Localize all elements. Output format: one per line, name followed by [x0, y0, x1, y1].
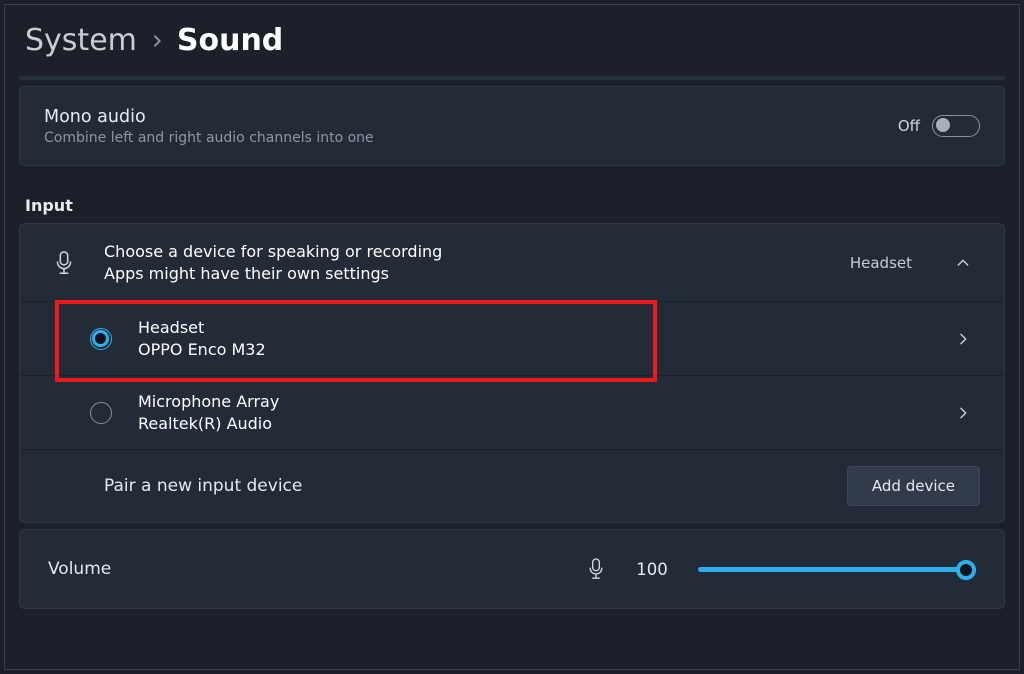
input-device-radio[interactable] — [90, 402, 112, 424]
mono-audio-subtitle: Combine left and right audio channels in… — [44, 130, 898, 146]
input-device-headset[interactable]: Headset OPPO Enco M32 — [20, 302, 1004, 376]
input-device-subtitle: Realtek(R) Audio — [138, 414, 926, 433]
input-device-mic-array[interactable]: Microphone Array Realtek(R) Audio — [20, 376, 1004, 450]
divider — [19, 76, 1005, 80]
pair-input-device-label: Pair a new input device — [44, 476, 847, 496]
chevron-up-icon — [946, 255, 980, 271]
input-chooser-title: Choose a device for speaking or recordin… — [104, 242, 830, 261]
mono-audio-state-label: Off — [898, 117, 920, 135]
input-device-list: Headset OPPO Enco M32 Microphone Array R… — [20, 302, 1004, 450]
add-device-button[interactable]: Add device — [847, 466, 980, 506]
chevron-right-icon — [149, 33, 165, 49]
pair-input-device-row: Pair a new input device Add device — [20, 450, 1004, 522]
microphone-icon — [44, 250, 84, 276]
input-device-subtitle: OPPO Enco M32 — [138, 340, 926, 359]
input-device-radio-selected[interactable] — [90, 328, 112, 350]
volume-value: 100 — [624, 560, 680, 579]
input-selected-device-label: Headset — [850, 254, 912, 272]
chevron-right-icon — [946, 331, 980, 347]
volume-slider[interactable] — [698, 557, 976, 581]
mono-audio-toggle[interactable] — [932, 115, 980, 137]
volume-card: Volume 100 — [19, 529, 1005, 609]
microphone-icon — [586, 557, 606, 581]
breadcrumb-system-link[interactable]: System — [25, 23, 137, 58]
input-device-title: Headset — [138, 318, 926, 337]
input-device-title: Microphone Array — [138, 392, 926, 411]
mono-audio-card: Mono audio Combine left and right audio … — [19, 86, 1005, 166]
page-title: Sound — [177, 23, 283, 58]
mono-audio-title: Mono audio — [44, 107, 898, 127]
input-chooser-header[interactable]: Choose a device for speaking or recordin… — [20, 224, 1004, 302]
input-section-header: Input — [25, 196, 999, 215]
chevron-right-icon — [946, 405, 980, 421]
breadcrumb: System Sound — [15, 19, 1009, 76]
input-chooser-subtitle: Apps might have their own settings — [104, 264, 830, 283]
input-chooser-card: Choose a device for speaking or recordin… — [19, 223, 1005, 523]
volume-label: Volume — [48, 559, 111, 579]
